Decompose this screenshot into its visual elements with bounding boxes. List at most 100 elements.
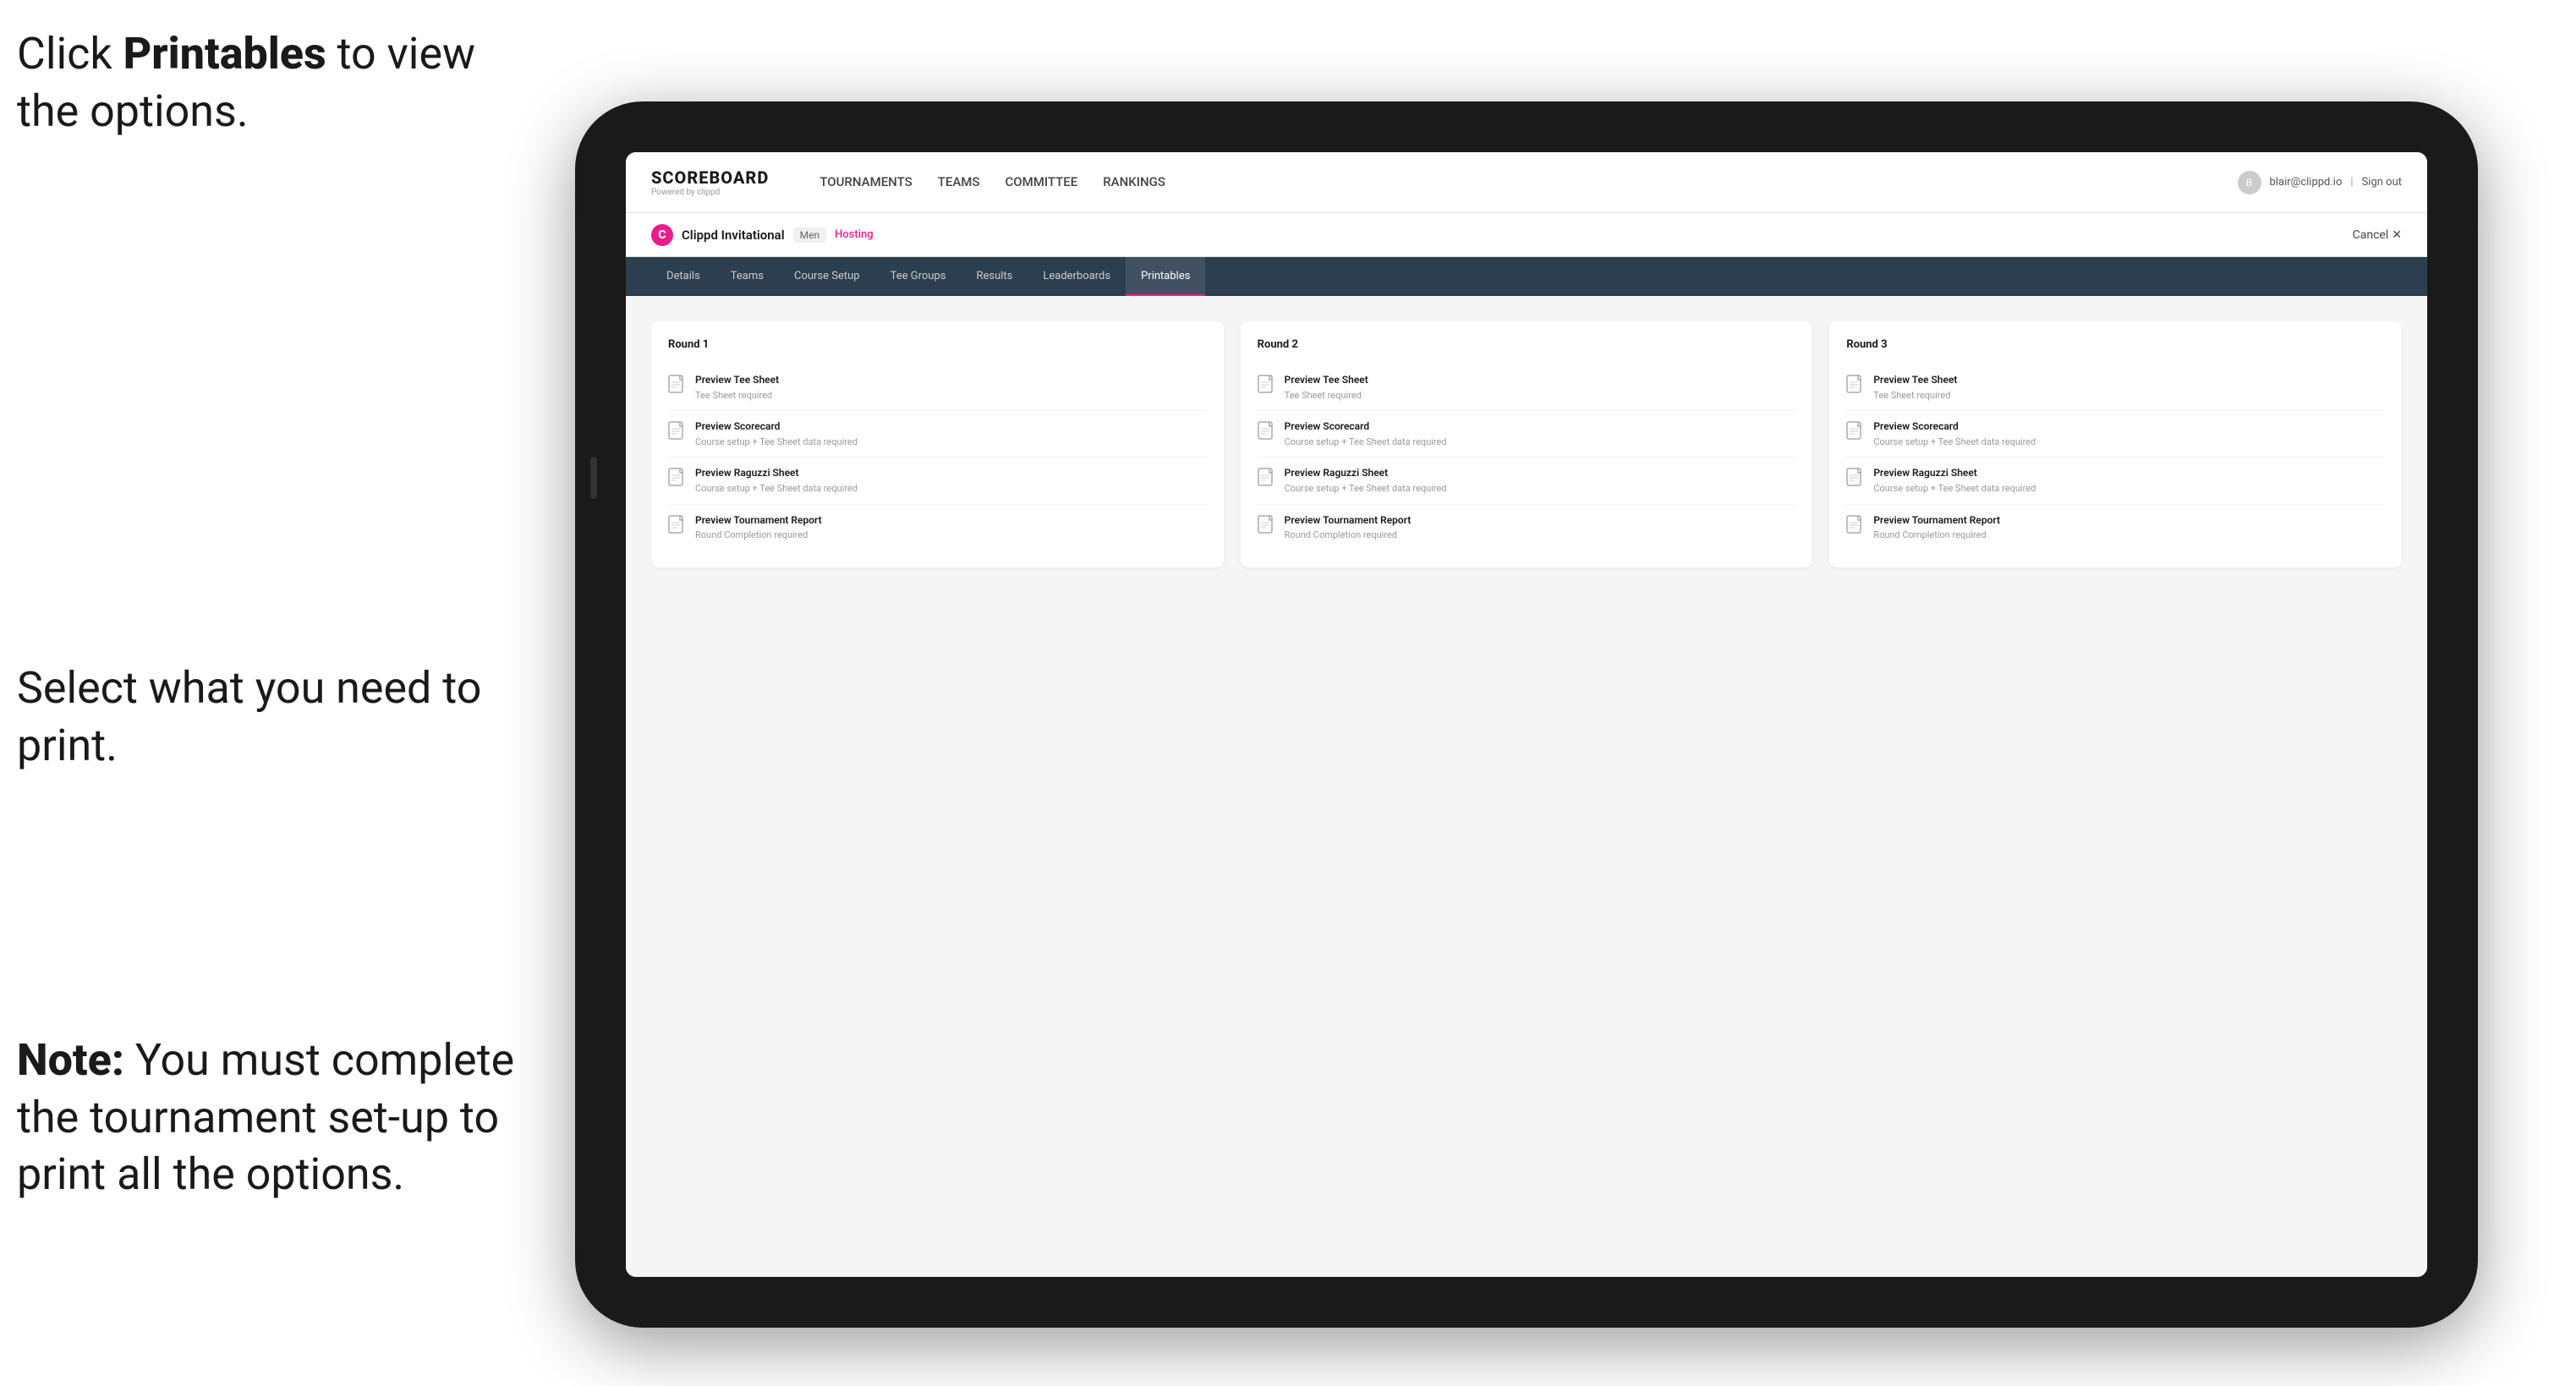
tab-details[interactable]: Details [651,257,715,296]
user-email: blair@clippd.io [2270,176,2343,189]
print-item-title: Preview Scorecard [1285,419,1447,434]
nav-right: B blair@clippd.io | Sign out [2238,171,2402,194]
print-item-r2-1[interactable]: Preview Tee Sheet Tee Sheet required [1258,364,1796,411]
print-item-title: Preview Tournament Report [1285,513,1411,528]
content-area: Round 1 Preview Tee Sheet Tee Sheet requi… [626,296,2427,1277]
print-item-title: Preview Raguzzi Sheet [1285,466,1447,480]
print-item-subtitle: Course setup + Tee Sheet data required [1873,436,2036,448]
print-item-r2-2[interactable]: Preview Scorecard Course setup + Tee Shee… [1258,411,1796,457]
print-item-subtitle: Course setup + Tee Sheet data required [1285,482,1447,495]
tab-course-setup[interactable]: Course Setup [779,257,875,296]
document-icon [1258,468,1276,490]
sign-out-link[interactable]: Sign out [2362,176,2402,189]
print-item-title: Preview Tournament Report [695,513,822,528]
print-item-r3-1[interactable]: Preview Tee Sheet Tee Sheet required [1846,364,2385,411]
print-item-subtitle: Course setup + Tee Sheet data required [1285,436,1447,448]
logo-scoreboard: SCOREBOARD [651,167,769,188]
print-item-title: Preview Tournament Report [1873,513,2000,528]
sub-header: C Clippd Invitational Men Hosting Cancel… [626,213,2427,257]
document-icon [1846,515,1865,537]
document-icon [1258,515,1276,537]
tablet-frame: SCOREBOARD Powered by clippd TOURNAMENTS… [575,101,2478,1328]
print-item-content: Preview Raguzzi Sheet Course setup + Tee … [1873,466,2036,495]
nav-teams[interactable]: TEAMS [938,171,980,194]
print-item-content: Preview Tee Sheet Tee Sheet required [1873,373,1957,402]
round-3-title: Round 3 [1846,338,2385,351]
round-section-3: Round 3 Preview Tee Sheet Tee Sheet requi… [1829,321,2402,567]
document-icon [1258,421,1276,443]
document-icon [1258,375,1276,397]
tournament-badge: Men [793,227,826,243]
print-item-title: Preview Tee Sheet [695,373,779,387]
print-item-content: Preview Tee Sheet Tee Sheet required [1285,373,1368,402]
user-avatar: B [2238,171,2261,194]
print-item-title: Preview Tee Sheet [1285,373,1368,387]
top-nav: SCOREBOARD Powered by clippd TOURNAMENTS… [626,152,2427,213]
print-item-subtitle: Round Completion required [1873,529,2000,541]
tab-printables[interactable]: Printables [1126,257,1205,296]
print-item-title: Preview Raguzzi Sheet [1873,466,2036,480]
tournament-logo: C [651,224,673,246]
print-item-subtitle: Tee Sheet required [1873,389,1957,402]
print-item-content: Preview Scorecard Course setup + Tee Shee… [695,419,858,448]
print-item-title: Preview Scorecard [695,419,858,434]
document-icon [1846,421,1865,443]
print-item-title: Preview Scorecard [1873,419,2036,434]
print-item-content: Preview Tournament ReportRound Completio… [695,513,822,542]
print-item-title: Preview Tee Sheet [1873,373,1957,387]
round-1-title: Round 1 [668,338,1207,351]
nav-committee[interactable]: COMMITTEE [1005,171,1077,194]
cancel-x-icon: ✕ [2392,228,2402,242]
round-2-title: Round 2 [1258,338,1796,351]
document-icon [668,468,687,490]
annotation-bottom-bold: Note: [17,1034,124,1086]
print-item-r2-4[interactable]: Preview Tournament ReportRound Completio… [1258,505,1796,551]
print-item-r3-4[interactable]: Preview Tournament ReportRound Completio… [1846,505,2385,551]
nav-tournaments[interactable]: TOURNAMENTS [819,171,912,194]
round-section-1: Round 1 Preview Tee Sheet Tee Sheet requi… [651,321,1224,567]
tab-results[interactable]: Results [961,257,1028,296]
hosting-badge: Hosting [835,228,874,241]
print-item-content: Preview Raguzzi Sheet Course setup + Tee … [695,466,858,495]
print-item-title: Preview Raguzzi Sheet [695,466,858,480]
nav-items: TOURNAMENTS TEAMS COMMITTEE RANKINGS [819,171,2203,194]
cancel-button[interactable]: Cancel ✕ [2353,228,2402,242]
logo-area: SCOREBOARD Powered by clippd [651,167,769,197]
tab-tee-groups[interactable]: Tee Groups [875,257,962,296]
document-icon [1846,468,1865,490]
print-item-subtitle: Course setup + Tee Sheet data required [1873,482,2036,495]
print-item-r1-4[interactable]: Preview Tournament ReportRound Completio… [668,505,1207,551]
print-item-r3-2[interactable]: Preview Scorecard Course setup + Tee Shee… [1846,411,2385,457]
round-section-2: Round 2 Preview Tee Sheet Tee Sheet requi… [1241,321,1813,567]
print-item-r3-3[interactable]: Preview Raguzzi Sheet Course setup + Tee … [1846,457,2385,504]
logo-powered: Powered by clippd [651,188,769,197]
tab-teams[interactable]: Teams [715,257,779,296]
nav-rankings[interactable]: RANKINGS [1103,171,1165,194]
print-item-content: Preview Tournament ReportRound Completio… [1285,513,1411,542]
print-item-r1-1[interactable]: Preview Tee Sheet Tee Sheet required [668,364,1207,411]
print-item-subtitle: Tee Sheet required [695,389,779,402]
print-item-content: Preview Tournament ReportRound Completio… [1873,513,2000,542]
print-item-subtitle: Course setup + Tee Sheet data required [695,482,858,495]
annotation-top-bold: Printables [123,28,326,79]
print-item-subtitle: Round Completion required [1285,529,1411,541]
print-item-r1-3[interactable]: Preview Raguzzi Sheet Course setup + Tee … [668,457,1207,504]
tablet-button [590,457,597,499]
print-item-r2-3[interactable]: Preview Raguzzi Sheet Course setup + Tee … [1258,457,1796,504]
print-item-subtitle: Tee Sheet required [1285,389,1368,402]
tab-leaderboards[interactable]: Leaderboards [1028,257,1126,296]
annotation-middle: Select what you need to print. [17,660,491,774]
tab-bar: Details Teams Course Setup Tee Groups Re… [626,257,2427,296]
print-item-content: Preview Scorecard Course setup + Tee Shee… [1285,419,1447,448]
print-item-content: Preview Raguzzi Sheet Course setup + Tee … [1285,466,1447,495]
document-icon [668,515,687,537]
print-item-content: Preview Tee Sheet Tee Sheet required [695,373,779,402]
print-item-r1-2[interactable]: Preview Scorecard Course setup + Tee Shee… [668,411,1207,457]
tournament-name: Clippd Invitational [682,227,785,243]
annotation-bottom: Note: You must complete the tournament s… [17,1032,541,1203]
annotation-top: Click Printables to view the options. [17,25,507,140]
rounds-grid: Round 1 Preview Tee Sheet Tee Sheet requi… [651,321,2402,567]
print-item-subtitle: Course setup + Tee Sheet data required [695,436,858,448]
tablet-screen: SCOREBOARD Powered by clippd TOURNAMENTS… [626,152,2427,1277]
tournament-title: C Clippd Invitational Men Hosting [651,224,874,246]
